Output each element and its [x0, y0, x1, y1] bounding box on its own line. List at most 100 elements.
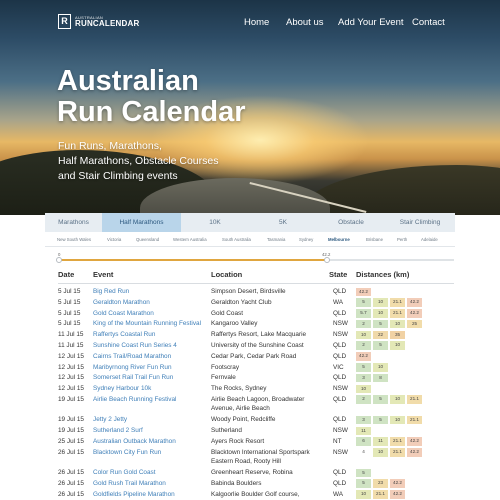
event-date: 25 Jul 15 [58, 437, 84, 445]
distance-badge: 5 [373, 415, 388, 425]
event-link[interactable]: Blacktown City Fun Run [93, 448, 161, 458]
table-row: 26 Jul 15 Goldfields Pipeline Marathon Kal… [0, 490, 500, 500]
distance-badge: 23 [373, 479, 388, 488]
region-adelaide[interactable]: Adelaide [421, 234, 438, 246]
event-location: Gold Coast [211, 309, 243, 317]
event-link[interactable]: Raffertys Coastal Run [93, 330, 155, 340]
event-link[interactable]: Cairns Trail/Road Marathon [93, 352, 171, 362]
slider-min-handle[interactable] [56, 257, 62, 263]
tab-5k[interactable]: 5K [249, 213, 317, 232]
event-location: Blacktown International Sportspark Easte… [211, 448, 310, 466]
distance-badges: 4 10 21.1 42.2 [356, 448, 422, 457]
event-state: WA [333, 298, 344, 306]
event-link[interactable]: Goldfields Pipeline Marathon [93, 490, 175, 500]
table-row: 25 Jul 15 Australian Outback Marathon Ayer… [0, 437, 500, 448]
event-link[interactable]: Big Red Run [93, 287, 129, 297]
event-link[interactable]: King of the Mountain Running Festival [93, 319, 201, 329]
tab-half-marathons[interactable]: Half Marathons [102, 213, 181, 232]
table-row: 19 Jul 15 Jetty 2 Jetty Woody Point, Redcl… [0, 415, 500, 426]
event-date: 12 Jul 15 [58, 385, 84, 393]
table-row: 26 Jul 15 Color Run Gold Coast Greenheart … [0, 468, 500, 479]
event-date: 11 Jul 15 [58, 331, 84, 339]
event-state: QLD [333, 374, 347, 382]
event-location: Sutherland [211, 427, 242, 435]
event-date: 19 Jul 15 [58, 427, 84, 435]
nav-home[interactable]: Home [244, 17, 269, 28]
event-state: QLD [333, 469, 347, 477]
event-link[interactable]: Sunshine Coast Run Series 4 [93, 341, 177, 351]
tab-stair-climbing[interactable]: Stair Climbing [385, 213, 455, 232]
distance-badge: 5 [356, 468, 371, 478]
event-link[interactable]: Gold Coast Marathon [93, 309, 154, 319]
distance-badges: 5 10 21.1 42.2 [356, 298, 422, 307]
nav-add-your-event[interactable]: Add Your Event [338, 17, 404, 28]
distance-badge: 2 [356, 341, 371, 350]
column-header-location[interactable]: Location [211, 270, 242, 279]
nav-contact[interactable]: Contact [412, 17, 445, 28]
event-link[interactable]: Sydney Harbour 10k [93, 384, 151, 394]
table-row: 19 Jul 15 Airlie Beach Running Festival Ai… [0, 395, 500, 415]
event-state: NSW [333, 385, 348, 393]
distance-badges: 42.2 [356, 287, 371, 296]
distance-badge: 5.7 [356, 309, 371, 318]
tab-10k[interactable]: 10K [181, 213, 249, 232]
distance-badge: 3 [356, 373, 371, 383]
event-state: QLD [333, 341, 347, 349]
region-divider [45, 246, 455, 247]
distance-badge: 3 [356, 415, 371, 425]
region-new-south-wales[interactable]: New South Wales [57, 234, 91, 246]
table-row: 12 Jul 15 Sydney Harbour 10k The Rocks, Sy… [0, 384, 500, 395]
column-header-state[interactable]: State [329, 270, 347, 279]
event-link[interactable]: Sutherland 2 Surf [93, 426, 143, 436]
event-link[interactable]: Jetty 2 Jetty [93, 415, 127, 425]
distance-badge: 42.2 [407, 309, 422, 318]
distance-badge: 11 [373, 437, 388, 446]
event-link[interactable]: Airlie Beach Running Festival [93, 395, 176, 405]
table-row: 5 Jul 15 Gold Coast Marathon Gold Coast QLD… [0, 309, 500, 320]
event-link[interactable]: Color Run Gold Coast [93, 468, 156, 478]
category-tabs: Marathons Half Marathons 10K 5K Obstacle… [45, 213, 455, 232]
region-sydney[interactable]: Sydney [299, 234, 313, 246]
event-link[interactable]: Australian Outback Marathon [93, 437, 176, 447]
event-date: 19 Jul 15 [58, 416, 84, 424]
distance-badge: 21.1 [407, 395, 422, 404]
region-western-australia[interactable]: Western Australia [173, 234, 207, 246]
distance-badges: 10 22 35 [356, 330, 405, 340]
column-header-date[interactable]: Date [58, 270, 74, 279]
region-tasmania[interactable]: Tasmania [267, 234, 285, 246]
distance-badge: 4 [362, 449, 365, 455]
region-queensland[interactable]: Queensland [136, 234, 159, 246]
event-location: Fernvale [211, 374, 236, 382]
slider-max-handle[interactable] [324, 257, 331, 263]
slider-range-fill [58, 259, 328, 261]
event-date: 26 Jul 15 [58, 469, 84, 477]
nav-about-us[interactable]: About us [286, 17, 324, 28]
tab-obstacle[interactable]: Obstacle [317, 213, 385, 232]
event-date: 5 Jul 15 [58, 320, 81, 328]
distance-badge: 21.1 [390, 309, 405, 318]
distance-badges: 42.2 [356, 352, 371, 361]
event-link[interactable]: Gold Rush Trail Marathon [93, 479, 166, 489]
table-row: 26 Jul 15 Gold Rush Trail Marathon Babinda… [0, 479, 500, 490]
region-south-australia[interactable]: South Australia [222, 234, 251, 246]
region-victoria[interactable]: Victoria [107, 234, 121, 246]
region-melbourne[interactable]: Melbourne [328, 234, 350, 246]
event-state: NSW [333, 320, 348, 328]
distance-badge: 42.2 [390, 479, 405, 488]
tab-marathons[interactable]: Marathons [45, 213, 102, 232]
region-perth[interactable]: Perth [397, 234, 407, 246]
distance-badge: 5 [373, 341, 388, 350]
event-link[interactable]: Somerset Rail Trail Fun Run [93, 373, 173, 383]
distance-badge: 10 [356, 384, 371, 394]
table-row: 12 Jul 15 Somerset Rail Trail Fun Run Fern… [0, 373, 500, 384]
distance-badge: 5 [373, 319, 388, 329]
event-state: NT [333, 437, 342, 445]
region-brisbane[interactable]: Brisbane [366, 234, 383, 246]
event-date: 12 Jul 15 [58, 363, 84, 371]
event-link[interactable]: Maribyrnong River Fun Run [93, 363, 172, 373]
column-header-event[interactable]: Event [93, 270, 113, 279]
distance-badge: 21.1 [390, 437, 405, 446]
table-row: 12 Jul 15 Maribyrnong River Fun Run Footsc… [0, 363, 500, 374]
distance-badge: 21.1 [373, 490, 388, 499]
event-link[interactable]: Geraldton Marathon [93, 298, 150, 308]
